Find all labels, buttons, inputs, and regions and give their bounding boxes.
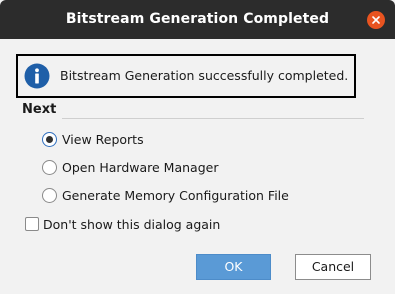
cancel-button[interactable]: Cancel <box>295 254 371 280</box>
dialog-window: Bitstream Generation Completed Bitstream… <box>0 0 395 294</box>
dont-show-again-label[interactable]: Don't show this dialog again <box>43 215 220 235</box>
next-section-divider <box>62 118 364 119</box>
info-message-box: Bitstream Generation successfully comple… <box>16 54 356 98</box>
radio-label-open-hardware-manager[interactable]: Open Hardware Manager <box>62 158 218 178</box>
radio-label-view-reports[interactable]: View Reports <box>62 130 144 150</box>
dont-show-again-checkbox[interactable] <box>25 217 39 231</box>
ok-button[interactable]: OK <box>196 254 271 280</box>
close-button[interactable] <box>367 11 385 29</box>
radio-dot <box>46 136 53 143</box>
info-message: Bitstream Generation successfully comple… <box>60 68 349 83</box>
radio-button[interactable] <box>42 188 57 203</box>
title-bar[interactable]: Bitstream Generation Completed <box>0 0 395 39</box>
window-title: Bitstream Generation Completed <box>65 11 330 27</box>
next-section-label: Next <box>22 102 57 117</box>
radio-button[interactable] <box>42 160 57 175</box>
radio-label-generate-memory-config[interactable]: Generate Memory Configuration File <box>62 186 289 206</box>
radio-button-selected[interactable] <box>42 132 57 147</box>
close-icon <box>372 16 380 24</box>
info-icon <box>24 63 50 89</box>
